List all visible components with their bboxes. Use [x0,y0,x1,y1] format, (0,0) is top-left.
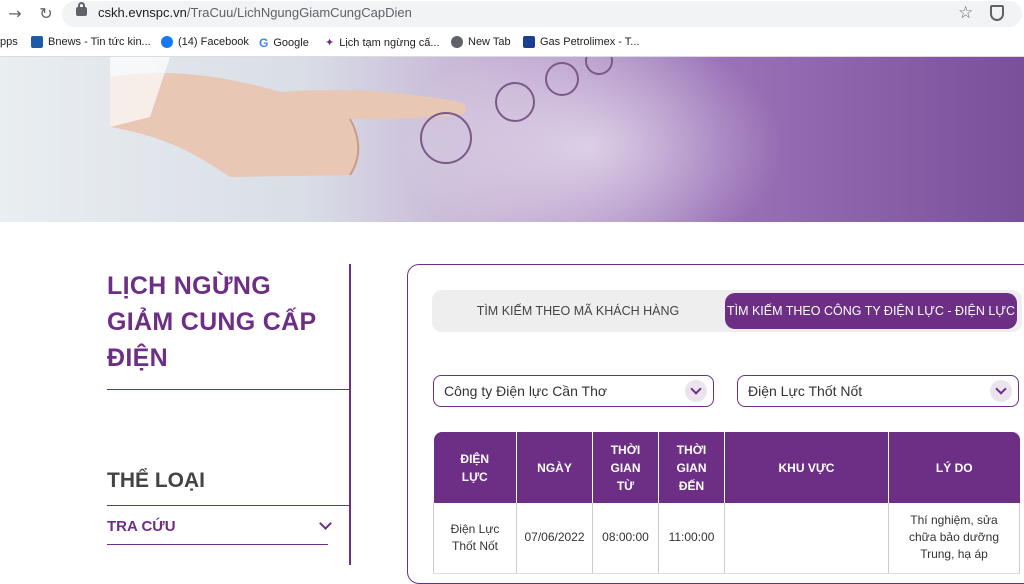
cell-reason: Thí nghiệm, sửa chữa bảo dưỡng Trung, hạ á… [888,503,1020,574]
menu-item-lookup[interactable]: TRA CỨU [107,517,332,538]
header-time-to: THỜI GIAN ĐẾN [658,432,725,503]
hero-banner [0,57,1024,222]
bookmark-label: pps [0,36,18,48]
bookmarks-bar: pps Bnews - Tin tức kin... (14) Facebook… [0,29,1024,57]
bookmark-evn[interactable]: ✦ Lịch tạm ngừng cấ... [325,36,440,50]
menu-item-label: TRA CỨU [107,518,176,535]
header-text: GIAN [610,460,641,475]
cell-text: Thí nghiệm, sửa [910,513,998,528]
header-text: THỜI [676,442,707,457]
outage-table: ĐIỆN LỰC NGÀY THỜI GIAN TỪ THỜI GIAN ĐẾN KHU … [433,432,1020,574]
tab-power-company[interactable]: TÌM KIẾM THEO CÔNG TY ĐIỆN LỰC - ĐIỆN LỰ… [725,293,1017,329]
petrolimex-icon [523,36,535,48]
branch-select[interactable]: Điện Lực Thốt Nốt [737,375,1019,407]
title-line: GIẢM CUNG CẤP [107,308,317,336]
bookmark-google[interactable]: G Google [259,36,309,50]
google-icon: G [259,36,269,50]
cell-text: Điện Lực [450,521,500,536]
globe-icon [451,36,463,48]
cell-unit: Điện Lực Thốt Nốt [433,503,517,574]
sidebar-divider [349,264,351,565]
bookmark-label: Google [273,37,309,49]
header-text: ĐẾN [678,478,705,493]
lock-icon[interactable] [76,2,87,16]
cell-date: 07/06/2022 [516,503,593,574]
title-underline [107,389,350,390]
header-text: ĐIỆN [460,451,490,466]
evn-icon: ✦ [325,37,335,49]
facebook-icon [161,36,173,48]
reload-icon[interactable]: ↻ [36,4,56,24]
bookmark-petrolimex[interactable]: Gas Petrolimex - T... [523,36,639,48]
shield-icon[interactable] [990,5,1004,21]
header-unit: ĐIỆN LỰC [433,432,517,503]
title-line: ĐIỆN [107,344,168,372]
bookmark-apps[interactable]: pps [0,36,18,48]
header-text: LỰC [461,469,488,484]
title-line: LỊCH NGỪNG [107,272,272,300]
table-row: Điện Lực Thốt Nốt 07/06/2022 08:00:00 11:… [433,503,1020,574]
bookmark-label: New Tab [468,36,511,48]
header-date: NGÀY [516,432,593,503]
bookmark-label: (14) Facebook [178,36,249,48]
bookmark-star-icon[interactable]: ☆ [958,3,973,23]
table-header-row: ĐIỆN LỰC NGÀY THỜI GIAN TỪ THỜI GIAN ĐẾN KHU … [433,432,1020,503]
cell-area [724,503,889,574]
calendar-icon [495,82,535,122]
url-path: /TraCuu/LichNgungGiamCungCapDien [186,5,412,20]
search-tabs: TÌM KIẾM THEO MÃ KHÁCH HÀNG TÌM KIẾM THE… [432,290,1022,332]
header-text: THỜI [610,442,641,457]
page-title: LỊCH NGỪNG GIẢM CUNG CẤP ĐIỆN [107,268,347,376]
branch-select-value: Điện Lực Thốt Nốt [748,383,863,399]
growth-chart-icon [545,62,579,96]
bookmark-label: Bnews - Tin tức kin... [48,36,151,48]
url-text[interactable]: cskh.evnspc.vn/TraCuu/LichNgungGiamCungC… [98,5,412,20]
header-reason: LÝ DO [888,432,1020,503]
cell-text: Thốt Nốt [451,538,499,553]
chevron-down-icon [319,517,332,530]
header-time-from: THỜI GIAN TỪ [592,432,659,503]
cell-time-to: 11:00:00 [658,503,725,574]
forward-icon[interactable]: → [5,4,25,24]
bnews-icon [31,36,43,48]
bookmark-facebook[interactable]: (14) Facebook [161,36,249,48]
chevron-down-icon[interactable] [990,380,1012,402]
pointing-hand-image [110,57,466,177]
user-search-icon [420,112,472,164]
cell-text: chữa bảo dưỡng [909,530,999,545]
category-underline [107,505,350,506]
company-select[interactable]: Công ty Điện lực Cần Thơ [433,375,714,407]
bookmark-bnews[interactable]: Bnews - Tin tức kin... [31,36,151,48]
company-select-value: Công ty Điện lực Cần Thơ [444,383,608,399]
header-text: GIAN [676,460,707,475]
header-area: KHU VỰC [724,432,889,503]
url-host: cskh.evnspc.vn [98,5,187,20]
cell-text: Trung, hạ áp [920,547,988,562]
chevron-down-icon[interactable] [685,380,707,402]
bookmark-label: Gas Petrolimex - T... [540,36,640,48]
tab-customer-code[interactable]: TÌM KIẾM THEO MÃ KHÁCH HÀNG [432,290,724,332]
menu-underline [107,544,328,545]
bookmark-label: Lịch tạm ngừng cấ... [339,36,440,49]
browser-toolbar: → ↻ cskh.evnspc.vn/TraCuu/LichNgungGiamC… [0,0,1024,29]
header-text: TỪ [616,478,635,493]
bookmark-newtab[interactable]: New Tab [451,36,511,48]
cell-time-from: 08:00:00 [592,503,659,574]
category-heading: THỂ LOẠI [107,469,205,492]
